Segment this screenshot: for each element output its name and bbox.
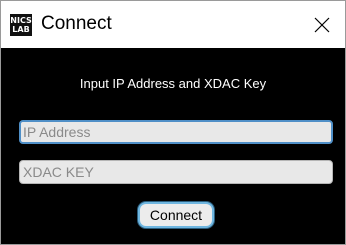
xdac-key-input[interactable] — [19, 160, 333, 184]
window-title: Connect — [41, 13, 112, 34]
title-bar: NICS LAB Connect — [1, 1, 345, 48]
close-button[interactable] — [299, 1, 345, 48]
connect-dialog: NICS LAB Connect Input IP Address and XD… — [0, 0, 346, 245]
prompt-text: Input IP Address and XDAC Key — [79, 76, 267, 91]
ip-address-input[interactable] — [19, 120, 333, 144]
dialog-body: Input IP Address and XDAC Key Connect — [1, 48, 345, 244]
close-icon — [314, 17, 330, 32]
app-logo-icon: NICS LAB — [10, 14, 32, 36]
logo-text-line2: LAB — [12, 25, 30, 34]
connect-button[interactable]: Connect — [138, 202, 214, 228]
logo-text-line1: NICS — [10, 16, 32, 25]
